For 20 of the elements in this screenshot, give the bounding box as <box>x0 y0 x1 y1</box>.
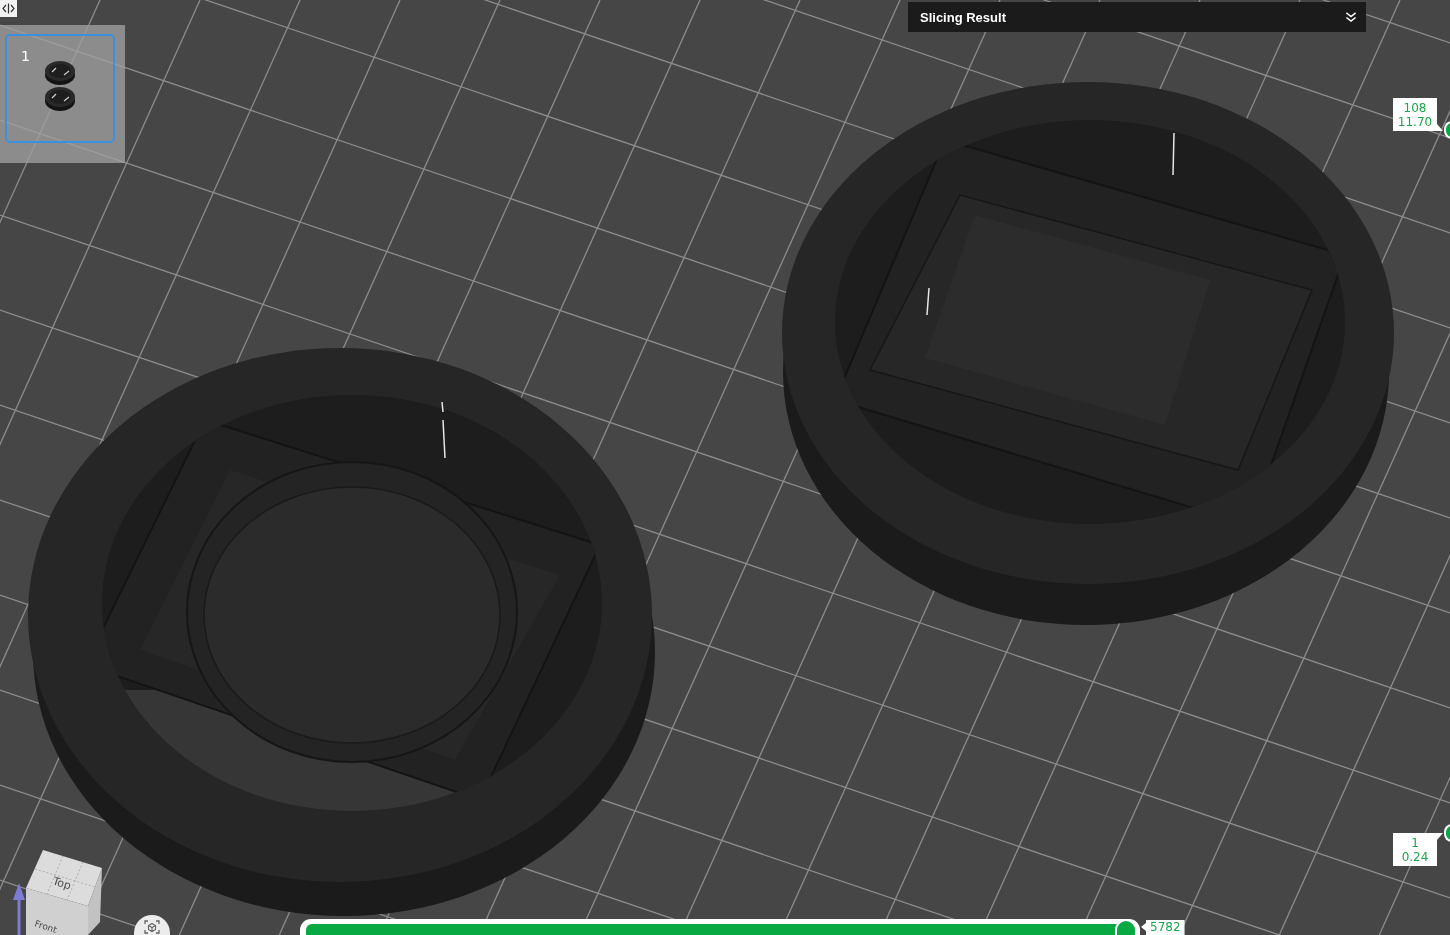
disc-icon <box>44 60 76 86</box>
plate-number: 1 <box>21 48 30 64</box>
cube-face-label: Front <box>33 918 59 935</box>
layer-height: 0.24 <box>1401 849 1429 864</box>
slider-handle[interactable] <box>1444 121 1450 139</box>
layer-height: 11.70 <box>1397 114 1433 129</box>
move-count-label: 5782 <box>1141 920 1185 935</box>
slider-handle[interactable] <box>1444 824 1450 842</box>
focus-icon <box>144 920 160 934</box>
cube-face-label: Top <box>51 874 73 893</box>
layer-number: 108 <box>1403 100 1427 115</box>
panel-title: Slicing Result <box>920 9 1006 25</box>
slider-handle[interactable] <box>1115 919 1137 935</box>
panel-toggle-button[interactable] <box>0 0 17 17</box>
z-axis-arrow <box>13 883 25 935</box>
slicing-result-header[interactable]: Slicing Result <box>908 2 1366 32</box>
layer-number: 1 <box>1411 835 1419 850</box>
disc-icon <box>44 86 76 112</box>
arrows-icon <box>2 3 15 14</box>
view-cube[interactable] <box>26 850 102 935</box>
